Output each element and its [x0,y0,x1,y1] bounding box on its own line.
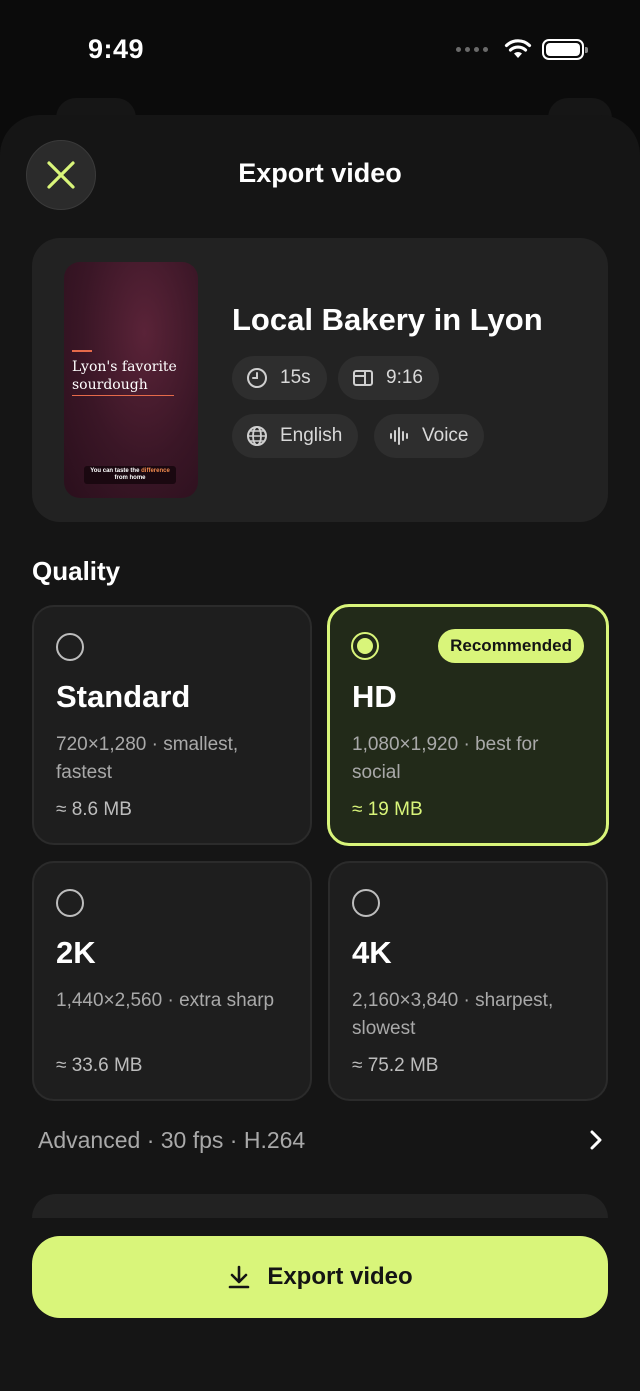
aspect-ratio-icon [353,370,373,386]
quality-option-hd[interactable]: Recommended HD 1,080×1,920 · best for so… [327,604,609,846]
quality-description: 1,440×2,560 · extra sharp [56,990,275,1011]
thumbnail-underline [72,395,174,396]
globe-icon [247,426,267,446]
quality-name: 2K [56,935,96,970]
voice-label: Voice [422,425,469,446]
quality-file-size: ≈ 8.6 MB [56,799,132,820]
radio-button[interactable] [56,889,84,917]
advanced-settings-row[interactable]: Advanced · 30 fps · H.264 [32,1116,608,1164]
aspect-ratio-label: 9:16 [386,367,423,388]
quality-option-2k[interactable]: 2K 1,440×2,560 · extra sharp ≈ 33.6 MB [32,861,312,1101]
battery-icon [542,38,588,60]
status-icons [456,38,588,60]
language-chip: English [232,414,359,458]
download-icon [229,1265,250,1289]
quality-description: 1,080×1,920 · best for social [352,734,539,783]
radio-button[interactable] [352,889,380,917]
project-card: Lyon's favorite sourdough You can taste … [32,238,608,522]
radio-button-selected[interactable] [351,632,379,660]
sheet-title: Export video [238,158,402,188]
video-thumbnail[interactable]: Lyon's favorite sourdough You can taste … [64,262,198,498]
thumbnail-title: Lyon's favorite sourdough [72,359,177,393]
quality-description: 720×1,280 · smallest, fastest [56,734,239,783]
thumbnail-accent-line [72,350,92,352]
status-bar: 9:49 [0,0,640,100]
cellular-signal-icon [456,46,488,52]
quality-name: Standard [56,679,191,714]
quality-file-size: ≈ 19 MB [352,799,423,820]
quality-file-size: ≈ 75.2 MB [352,1055,439,1076]
quality-option-standard[interactable]: Standard 720×1,280 · smallest, fastest ≈… [32,605,312,845]
quality-option-4k[interactable]: 4K 2,160×3,840 · sharpest, slowest ≈ 75.… [328,861,608,1101]
duration-label: 15s [280,367,311,388]
scrolled-content-peek [32,1194,608,1218]
radio-selected-dot [357,638,373,654]
voice-chip: Voice [374,414,485,458]
export-button-label: Export video [267,1263,413,1290]
chevron-right-icon [590,1130,602,1150]
status-time: 9:49 [88,34,145,64]
recommended-badge: Recommended [438,629,584,663]
clock-icon [247,368,267,388]
export-video-button[interactable]: Export video [32,1236,608,1318]
quality-file-size: ≈ 33.6 MB [56,1055,143,1076]
waveform-icon [390,427,408,445]
wifi-icon [504,39,532,58]
project-title: Local Bakery in Lyon [232,302,543,337]
quality-section-label: Quality [32,556,121,586]
aspect-ratio-chip: 9:16 [338,356,439,400]
quality-description: 2,160×3,840 · sharpest, slowest [352,990,554,1039]
quality-name: HD [352,679,397,714]
language-label: English [280,425,343,446]
quality-name: 4K [352,935,392,970]
thumbnail-caption: You can taste the difference from home [84,466,176,484]
duration-chip: 15s [232,356,327,400]
radio-button[interactable] [56,633,84,661]
advanced-settings-label: Advanced · 30 fps · H.264 [38,1126,306,1153]
